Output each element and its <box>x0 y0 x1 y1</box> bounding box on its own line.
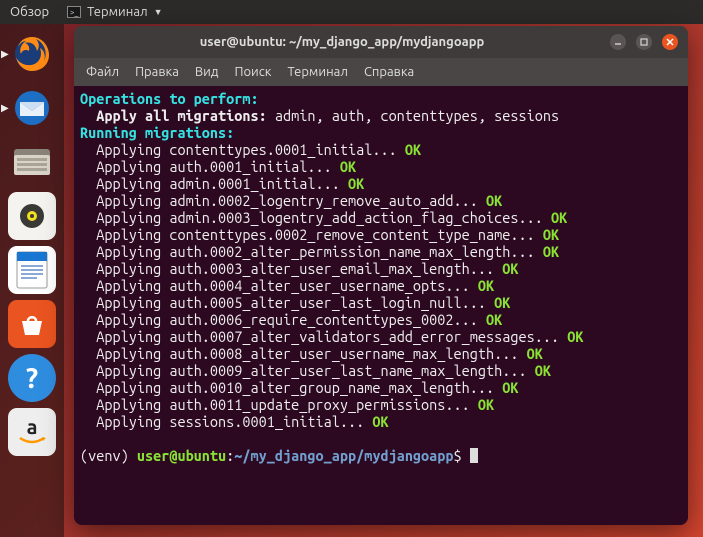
terminal-output[interactable]: Operations to perform: Apply all migrati… <box>74 86 688 525</box>
minimize-button[interactable] <box>610 34 626 50</box>
menu-edit[interactable]: Правка <box>135 65 179 79</box>
menu-terminal[interactable]: Терминал <box>287 65 347 79</box>
close-button[interactable] <box>662 34 678 50</box>
app-menu-label: Терминал <box>87 5 147 19</box>
menu-search[interactable]: Поиск <box>234 65 271 79</box>
window-title: user@ubuntu: ~/my_django_app/mydjangoapp <box>74 35 610 49</box>
menu-file[interactable]: Файл <box>86 65 119 79</box>
top-panel: Обзор >_ Терминал ▼ <box>0 0 703 24</box>
cursor <box>470 448 478 463</box>
svg-text:a: a <box>27 415 38 438</box>
menubar: Файл Правка Вид Поиск Терминал Справка <box>74 58 688 86</box>
running-indicator: ▶ <box>1 102 9 114</box>
running-indicator: ▶ <box>1 48 9 60</box>
activities-button[interactable]: Обзор <box>10 5 49 19</box>
launcher-amazon[interactable]: a <box>8 408 56 456</box>
chevron-down-icon: ▼ <box>154 7 163 17</box>
window-titlebar[interactable]: user@ubuntu: ~/my_django_app/mydjangoapp <box>74 26 688 58</box>
launcher-firefox[interactable] <box>8 30 56 78</box>
launcher-writer[interactable] <box>8 246 56 294</box>
maximize-button[interactable] <box>636 34 652 50</box>
menu-help[interactable]: Справка <box>364 65 414 79</box>
menu-view[interactable]: Вид <box>195 65 219 79</box>
launcher-rhythmbox[interactable] <box>8 192 56 240</box>
launcher-software[interactable] <box>8 300 56 348</box>
launcher-files[interactable] <box>8 138 56 186</box>
terminal-window: user@ubuntu: ~/my_django_app/mydjangoapp… <box>74 26 688 525</box>
launcher-thunderbird[interactable] <box>8 84 56 132</box>
launcher-help[interactable]: ? <box>8 354 56 402</box>
terminal-icon: >_ <box>67 6 81 18</box>
app-menu-terminal[interactable]: >_ Терминал ▼ <box>67 5 162 19</box>
launcher-dock: ▶ ▶ ? a <box>0 24 64 537</box>
question-icon: ? <box>26 363 38 394</box>
